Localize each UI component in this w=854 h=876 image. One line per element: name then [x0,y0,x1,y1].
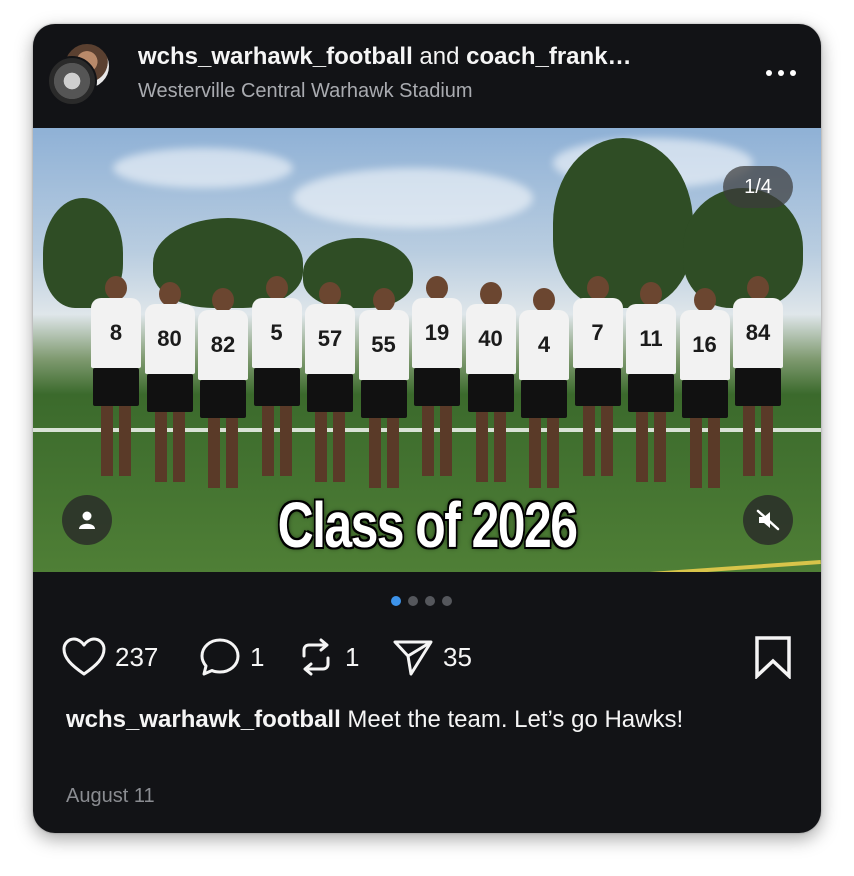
player-shorts [307,374,353,412]
player-jersey: 55 [358,310,409,380]
player-legs [101,406,131,476]
like-count: 237 [115,641,159,672]
player-shorts [521,380,567,418]
more-dot [778,70,784,76]
player-head [426,276,448,300]
player-jersey: 8 [91,298,141,368]
location-link[interactable]: Westerville Central Warhawk Stadium [138,80,473,103]
player-shorts [93,368,139,406]
author-secondary-link[interactable]: coach_frank… [466,43,631,70]
media-counter: 1/4 [723,166,793,208]
player-jersey: 11 [626,304,676,374]
share-button[interactable]: 35 [391,635,472,679]
player-legs [582,406,613,476]
player-shorts [628,374,674,412]
player-legs [689,418,720,488]
post-card: wchs_warhawk_football and coach_frank… W… [33,24,821,833]
player-legs [529,418,559,488]
more-dot [790,70,796,76]
player-head [640,282,662,306]
player-head [693,288,716,312]
player-shorts [735,368,781,406]
player-jersey: 7 [572,298,623,368]
more-options-button[interactable] [763,64,799,84]
person-icon [79,511,95,529]
comment-button[interactable]: 1 [198,635,264,679]
author-primary-link[interactable]: wchs_warhawk_football [138,43,413,70]
player-shorts [253,368,300,406]
caption-text: Meet the team. Let’s go Hawks! [347,706,684,733]
comment-count: 1 [250,641,265,672]
player-legs [208,418,238,488]
author-joiner: and [419,43,460,70]
player-legs [315,412,345,482]
player-jersey: 16 [679,310,730,380]
player-legs [261,406,292,476]
heart-icon [62,637,106,676]
post-media[interactable]: 8 80 82 5 57 55 19 40 4 7 11 16 84 1/4 Class of 2026 [33,128,821,572]
avatar-team-helmet[interactable] [47,56,97,106]
bookmark-icon [755,636,791,681]
player-shorts [360,380,407,418]
repost-button[interactable]: 1 [295,635,359,679]
player-shorts [467,374,514,412]
player-shorts [414,368,460,406]
player-head [158,282,181,306]
carousel-dot [425,596,435,606]
carousel-dot [408,596,418,606]
author-avatars[interactable] [47,42,111,106]
like-button[interactable]: 237 [61,635,158,679]
player-jersey: 57 [305,304,355,374]
repost-icon [302,638,330,676]
player-legs [743,406,773,476]
post-authors: wchs_warhawk_football and coach_frank… [138,43,632,71]
speaker-muted-icon [756,509,780,531]
player-jersey: 19 [412,298,462,368]
tree [553,138,693,308]
player-jersey: 80 [144,304,195,374]
player-head [533,288,555,312]
media-overlay-caption: Class of 2026 [277,489,578,561]
mute-button[interactable] [743,495,793,545]
player-legs [368,418,399,488]
player-shorts [574,368,621,406]
caption-username[interactable]: wchs_warhawk_football [66,706,341,733]
more-horizontal-icon [766,70,772,76]
player-legs [636,412,666,482]
carousel-dot [391,596,401,606]
repost-count: 1 [345,641,360,672]
player-head [212,288,234,312]
player-shorts [200,380,246,418]
player-head [372,288,395,312]
player-jersey: 4 [519,310,569,380]
player-head [105,276,127,300]
player-head [586,276,609,300]
player-jersey: 5 [251,298,302,368]
save-button[interactable] [753,635,793,684]
player-legs [154,412,185,482]
player-shorts [681,380,728,418]
player-legs [422,406,452,476]
player-jersey: 82 [198,310,248,380]
player-head [747,276,769,300]
player-head [479,282,502,306]
player-legs [475,412,506,482]
send-icon [393,640,433,676]
player-head [319,282,341,306]
post-caption: wchs_warhawk_football Meet the team. Let… [66,704,786,736]
cloud [293,168,533,228]
player-jersey: 40 [465,304,516,374]
carousel-indicator [391,596,452,606]
player-head [265,276,288,300]
carousel-dot [442,596,452,606]
share-count: 35 [443,641,472,672]
player-jersey: 84 [733,298,783,368]
comment-icon [200,638,240,676]
player-shorts [146,374,193,412]
cloud [113,148,293,188]
user-tags-button[interactable] [62,495,112,545]
post-date[interactable]: August 11 [66,785,155,808]
